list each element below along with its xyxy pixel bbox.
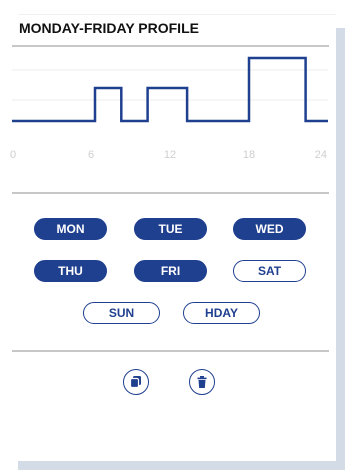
x-tick-label: 6 bbox=[88, 149, 94, 161]
x-tick-label: 0 bbox=[10, 149, 16, 161]
copy-button[interactable] bbox=[123, 369, 149, 395]
day-toggle-wed[interactable]: WED bbox=[233, 218, 306, 240]
page-title: MONDAY-FRIDAY PROFILE bbox=[19, 20, 199, 36]
day-toggle-fri[interactable]: FRI bbox=[134, 260, 207, 282]
day-toggle-sun[interactable]: SUN bbox=[83, 302, 160, 324]
day-toggle-tue[interactable]: TUE bbox=[134, 218, 207, 240]
x-tick-label: 12 bbox=[164, 149, 176, 161]
trash-icon bbox=[197, 376, 207, 388]
x-tick-labels: 0 6 12 18 24 bbox=[10, 149, 327, 161]
copy-icon bbox=[129, 376, 141, 389]
day-toggle-thu[interactable]: THU bbox=[34, 260, 107, 282]
day-toggle-hday[interactable]: HDAY bbox=[183, 302, 260, 324]
day-toggle-sat[interactable]: SAT bbox=[233, 260, 306, 282]
days-divider bbox=[12, 350, 329, 352]
day-toggle-mon[interactable]: MON bbox=[34, 218, 107, 240]
profile-panel: MONDAY-FRIDAY PROFILE 0 6 12 18 24 MON TUE WED… bbox=[0, 0, 345, 470]
chart-divider bbox=[12, 192, 329, 194]
x-tick-label: 18 bbox=[243, 149, 255, 161]
x-tick-label: 24 bbox=[315, 149, 327, 161]
delete-button[interactable] bbox=[189, 369, 215, 395]
schedule-step-line bbox=[12, 56, 328, 123]
top-divider bbox=[18, 14, 336, 15]
schedule-chart: 0 6 12 18 24 bbox=[10, 56, 328, 161]
panel-shadow-bottom bbox=[18, 461, 345, 470]
chart-grid bbox=[12, 69, 328, 101]
